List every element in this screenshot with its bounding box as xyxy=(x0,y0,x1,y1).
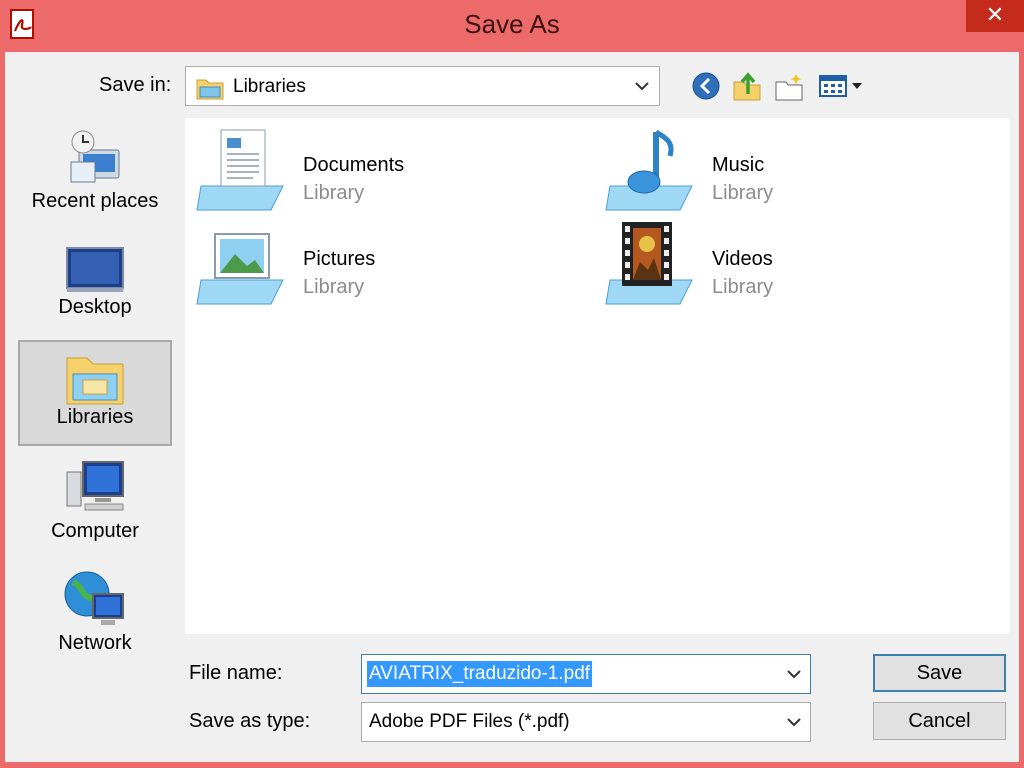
view-menu-icon[interactable] xyxy=(818,70,864,102)
library-type: Library xyxy=(712,276,774,298)
library-music[interactable]: Music Library xyxy=(604,124,964,214)
pictures-library-icon xyxy=(196,233,284,305)
chevron-down-icon[interactable] xyxy=(786,667,802,681)
place-recent-places[interactable]: Recent places xyxy=(18,128,172,224)
cancel-button[interactable]: Cancel xyxy=(873,702,1006,740)
libraries-folder-icon xyxy=(196,79,224,100)
file-name-field[interactable]: AVIATRIX_traduzido-1.pdf xyxy=(361,654,811,694)
up-folder-icon[interactable] xyxy=(732,70,762,102)
videos-library-icon xyxy=(605,222,693,305)
file-name-value: AVIATRIX_traduzido-1.pdf xyxy=(367,661,593,687)
save-as-type-dropdown[interactable]: Adobe PDF Files (*.pdf) xyxy=(361,702,811,742)
title-bar: Save As ✕ xyxy=(0,0,1024,50)
library-pictures[interactable]: Pictures Library xyxy=(195,218,555,308)
place-libraries[interactable]: Libraries xyxy=(18,340,172,446)
place-label: Libraries xyxy=(56,406,134,428)
network-icon xyxy=(64,571,124,625)
save-button[interactable]: Save xyxy=(873,654,1006,692)
place-label: Desktop xyxy=(58,296,132,318)
place-network[interactable]: Network xyxy=(18,568,172,658)
library-name: Pictures xyxy=(303,248,376,270)
library-name: Documents xyxy=(303,154,405,176)
library-documents[interactable]: Documents Library xyxy=(195,124,555,214)
place-computer[interactable]: Computer xyxy=(18,458,172,556)
place-desktop[interactable]: Desktop xyxy=(18,244,172,328)
libraries-icon xyxy=(66,357,124,405)
desktop-icon xyxy=(66,247,124,292)
place-label: Recent places xyxy=(31,190,159,212)
file-name-label: File name: xyxy=(189,662,283,684)
music-library-icon xyxy=(605,129,693,211)
computer-icon xyxy=(66,461,124,511)
back-icon[interactable] xyxy=(690,70,722,102)
documents-library-icon xyxy=(196,129,284,211)
library-type: Library xyxy=(712,182,774,204)
save-as-type-label: Save as type: xyxy=(189,710,311,732)
save-as-type-value: Adobe PDF Files (*.pdf) xyxy=(369,711,570,732)
library-type: Library xyxy=(303,182,365,204)
place-label: Network xyxy=(58,632,132,654)
library-type: Library xyxy=(303,276,365,298)
library-name: Music xyxy=(712,154,765,176)
save-in-value: Libraries xyxy=(233,76,306,97)
places-bar: Recent places Desktop Libraries Computer xyxy=(12,118,178,654)
library-videos[interactable]: Videos Library xyxy=(604,218,964,308)
save-in-dropdown[interactable]: Libraries xyxy=(185,66,660,106)
file-list: Documents Library Music Library Pictures… xyxy=(185,118,1010,634)
close-button[interactable]: ✕ xyxy=(966,0,1024,32)
window-title: Save As xyxy=(464,9,560,39)
chevron-down-icon xyxy=(635,82,649,91)
save-in-label: Save in: xyxy=(99,74,172,96)
chevron-down-icon xyxy=(787,718,801,727)
new-folder-icon[interactable] xyxy=(774,70,804,102)
recent-places-icon xyxy=(70,130,120,183)
library-name: Videos xyxy=(712,248,773,270)
place-label: Computer xyxy=(51,520,139,542)
